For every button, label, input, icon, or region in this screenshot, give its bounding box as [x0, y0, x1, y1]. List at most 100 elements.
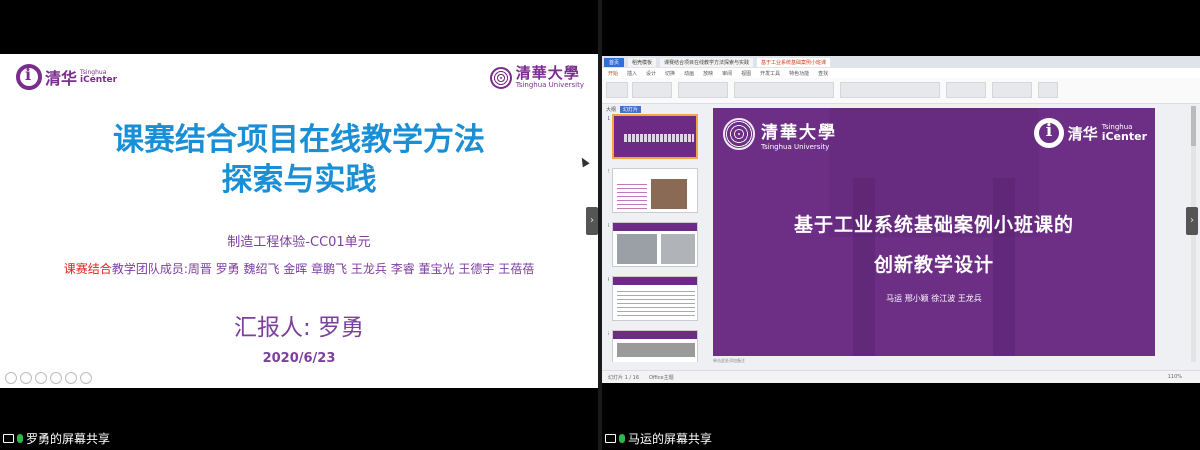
paste-button[interactable]	[606, 82, 628, 98]
share-label: 罗勇的屏幕共享	[3, 430, 110, 447]
icenter-gear-icon	[16, 64, 42, 90]
menu-start[interactable]: 开始	[608, 70, 618, 77]
menu-review[interactable]: 审阅	[722, 70, 732, 77]
right-screen-share: 首页 稻壳模板 课赛结合项目在线教学方法探索与实践 基于工业系统基础案例小班课 …	[602, 0, 1200, 450]
ribbon-toolbar	[602, 78, 1200, 104]
thumbnail-5[interactable]: 5	[608, 330, 698, 362]
tsinghua-cn: 清華大學	[515, 64, 580, 82]
slide-date: 2020/6/23	[262, 351, 336, 366]
menu-insert[interactable]: 插入	[627, 70, 637, 77]
tsinghua-logo: 清華大學 Tsinghua University	[489, 64, 584, 89]
theme-name: Office主题	[649, 374, 674, 381]
slide-title-line1: 基于工业系统基础案例小班课的	[793, 214, 1074, 236]
next-page-arrow[interactable]: ›	[586, 207, 598, 235]
menu-search[interactable]: 查找	[818, 70, 828, 77]
textbox-group[interactable]	[946, 82, 986, 98]
wps-presentation-window: 首页 稻壳模板 课赛结合项目在线教学方法探索与实践 基于工业系统基础案例小班课 …	[602, 56, 1200, 383]
thumbnail-1[interactable]: 1	[608, 114, 698, 159]
icenter-logo: 清华 Tsinghua iCenter	[1033, 118, 1147, 148]
next-slide-icon[interactable]	[20, 372, 32, 384]
thumbnail-4[interactable]: 4	[608, 276, 698, 321]
menu-design[interactable]: 设计	[646, 70, 656, 77]
thumbnail-2[interactable]: 2	[608, 168, 698, 213]
status-bar: 幻灯片 1 / 16 Office主题 110%	[602, 370, 1200, 383]
tsinghua-cn: 清華大學	[761, 123, 837, 143]
grid-icon[interactable]	[50, 372, 62, 384]
thumb-photo	[617, 234, 657, 264]
notes-field[interactable]: 单击此处添加备注	[713, 358, 1155, 364]
slide-subtitle: 制造工程体验-CC01单元	[227, 235, 371, 250]
slide-counter: 幻灯片 1 / 16	[608, 374, 639, 381]
thumb-number: 4	[608, 277, 609, 283]
tab-home[interactable]: 首页	[604, 57, 625, 67]
font-group[interactable]	[734, 82, 834, 98]
presentation-slide: 清华 Tsinghua iCenter 清華大學 Tsinghua Univer…	[0, 54, 598, 388]
paragraph-group[interactable]	[840, 82, 940, 98]
logo-cn-text: 清华	[1067, 124, 1098, 143]
shape-group[interactable]	[992, 82, 1032, 98]
menu-developer[interactable]: 开发工具	[760, 70, 780, 77]
slide-title-line1: 课赛结合项目在线教学方法	[113, 122, 485, 158]
tab-slides[interactable]: 幻灯片	[620, 106, 642, 113]
slideshow-controls[interactable]	[5, 372, 92, 384]
thumb-photo	[617, 343, 695, 357]
tsinghua-seal-icon	[723, 118, 755, 150]
share-label-text: 马运的屏幕共享	[628, 432, 713, 446]
tab-docer[interactable]: 稻壳模板	[628, 57, 657, 67]
thumbnail-3[interactable]: 3	[608, 222, 698, 267]
team-prefix: 课赛结合	[63, 262, 112, 276]
menu-transition[interactable]: 切换	[665, 70, 675, 77]
slide-title-line2: 探索与实践	[221, 162, 377, 198]
view-tabs: 大纲 幻灯片	[606, 106, 642, 113]
share-label: 马运的屏幕共享	[605, 430, 712, 447]
thumb-number: 2	[608, 169, 609, 175]
thumb-photo	[651, 179, 687, 209]
tab-doc-1[interactable]: 课赛结合项目在线教学方法探索与实践	[660, 57, 754, 67]
logo-en-bottom: iCenter	[80, 74, 118, 85]
logo-cn-text: 清华	[45, 69, 78, 88]
share-label-text: 罗勇的屏幕共享	[26, 432, 111, 446]
slide-title-line2: 创新教学设计	[873, 254, 994, 276]
zoom-level[interactable]: 110%	[1168, 374, 1182, 380]
zoom-icon[interactable]	[65, 372, 77, 384]
menu-animation[interactable]: 动画	[684, 70, 694, 77]
current-slide[interactable]: 清華大學 Tsinghua University 清华 Tsinghua iCe…	[713, 108, 1155, 356]
mic-icon	[17, 434, 23, 443]
chevron-right-icon: ›	[1190, 215, 1194, 226]
next-page-arrow[interactable]: ›	[1186, 207, 1198, 235]
menu-slideshow[interactable]: 放映	[703, 70, 713, 77]
tab-doc-2[interactable]: 基于工业系统基础案例小班课	[757, 57, 831, 67]
slide-thumbnails: 1 2 3 4 5	[608, 114, 700, 362]
screen-icon	[3, 434, 14, 443]
thumb-number: 5	[608, 331, 609, 337]
tsinghua-en: Tsinghua University	[761, 143, 830, 151]
menu-features[interactable]: 特色功能	[789, 70, 809, 77]
tsinghua-seal-icon	[489, 66, 512, 89]
tsinghua-en: Tsinghua University	[515, 80, 584, 89]
icenter-gear-icon	[1033, 118, 1064, 148]
arrange-button[interactable]	[1038, 82, 1058, 98]
pen-icon[interactable]	[35, 372, 47, 384]
left-screen-share: 清华 Tsinghua iCenter 清華大學 Tsinghua Univer…	[0, 0, 598, 450]
more-icon[interactable]	[80, 372, 92, 384]
team-list: 教学团队成员:周晋 罗勇 魏绍飞 金晖 章鹏飞 王龙兵 李睿 董宝光 王德宇 王…	[111, 262, 535, 276]
document-tabbar: 首页 稻壳模板 课赛结合项目在线教学方法探索与实践 基于工业系统基础案例小班课	[602, 56, 1200, 68]
menubar: 开始 插入 设计 切换 动画 放映 审阅 视图 开发工具 特色功能 查找	[602, 68, 1200, 78]
clipboard-group[interactable]	[632, 82, 672, 98]
menu-view[interactable]: 视图	[741, 70, 751, 77]
team-members: 课赛结合教学团队成员:周晋 罗勇 魏绍飞 金晖 章鹏飞 王龙兵 李睿 董宝光 王…	[0, 260, 598, 277]
tsinghua-logo: 清華大學 Tsinghua University	[761, 118, 837, 151]
tab-outline[interactable]: 大纲	[606, 106, 616, 113]
prev-slide-icon[interactable]	[5, 372, 17, 384]
slide-authors: 马运 邢小颖 徐江波 王龙兵	[886, 294, 982, 303]
thumb-photo	[661, 234, 695, 264]
reporter: 汇报人: 罗勇	[233, 315, 365, 341]
logo-en-bottom: iCenter	[1101, 130, 1147, 143]
thumb-number: 1	[608, 116, 611, 122]
thumb-number: 3	[608, 223, 609, 229]
mic-icon	[619, 434, 625, 443]
chevron-right-icon: ›	[590, 215, 594, 226]
screen-icon	[605, 434, 616, 443]
slide-group[interactable]	[678, 82, 728, 98]
icenter-logo: 清华 Tsinghua iCenter	[16, 64, 117, 90]
